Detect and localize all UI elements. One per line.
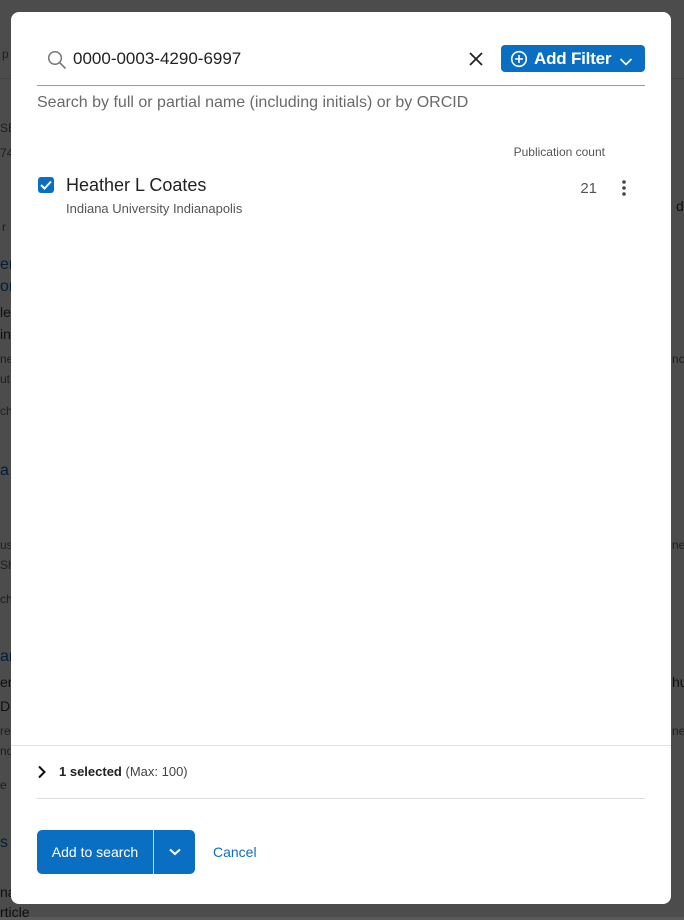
add-to-search-split-button: Add to search [37, 830, 195, 874]
plus-circle-icon [510, 50, 528, 68]
divider [37, 798, 645, 799]
chevron-down-icon [168, 848, 181, 856]
clear-search-icon[interactable] [465, 48, 487, 70]
selected-count: 1 selected [59, 764, 122, 779]
selected-summary[interactable]: 1 selected (Max: 100) [37, 763, 645, 783]
search-icon [47, 50, 67, 70]
divider [11, 745, 671, 746]
search-bar: Add Filter [37, 42, 645, 86]
chevron-down-icon [619, 54, 633, 66]
result-item: Heather L Coates Indiana University Indi… [37, 172, 645, 222]
author-name[interactable]: Heather L Coates [66, 175, 206, 196]
publication-count-header: Publication count [513, 145, 605, 159]
result-checkbox[interactable] [38, 177, 54, 193]
cancel-link[interactable]: Cancel [213, 844, 257, 860]
chevron-right-icon[interactable] [37, 765, 47, 779]
add-to-search-button[interactable]: Add to search [37, 830, 153, 874]
add-to-search-dropdown[interactable] [154, 830, 195, 874]
search-input[interactable] [73, 46, 453, 72]
add-filter-label: Add Filter [534, 48, 612, 68]
publication-count: 21 [580, 180, 597, 197]
selected-max: (Max: 100) [125, 764, 188, 779]
author-affiliation: Indiana University Indianapolis [66, 201, 243, 216]
author-search-dialog: Add Filter Search by full or partial nam… [11, 12, 671, 904]
add-filter-button[interactable]: Add Filter [501, 45, 645, 72]
search-hint: Search by full or partial name (includin… [37, 94, 469, 111]
selected-count-text: 1 selected (Max: 100) [59, 764, 188, 779]
more-options-icon[interactable] [619, 178, 629, 198]
